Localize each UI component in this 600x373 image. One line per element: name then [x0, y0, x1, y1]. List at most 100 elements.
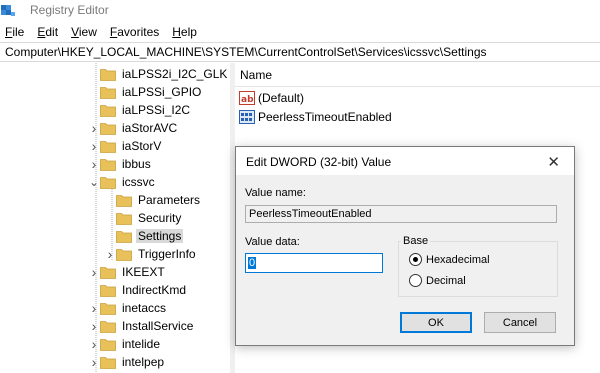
chevron-right-icon[interactable]: ›: [88, 155, 100, 173]
value-data-input[interactable]: 0: [245, 253, 383, 273]
registry-tree[interactable]: iaLPSS2i_I2C_GLK iaLPSSi_GPIO iaLPSSi_I2C ›…: [0, 63, 230, 373]
radio-dec-button[interactable]: [409, 274, 422, 287]
close-icon[interactable]: ✕: [547, 153, 560, 171]
address-bar[interactable]: Computer\HKEY_LOCAL_MACHINE\SYSTEM\Curre…: [0, 42, 600, 62]
chevron-right-icon[interactable]: ›: [88, 353, 100, 371]
folder-icon: [116, 248, 132, 261]
folder-icon: [100, 158, 116, 171]
folder-icon: [100, 140, 116, 153]
value-name: (Default): [258, 91, 305, 105]
tree-item-label: intelide: [122, 337, 161, 351]
folder-icon: [100, 302, 116, 315]
window-title: Registry Editor: [30, 3, 109, 17]
chevron-right-icon[interactable]: ›: [88, 263, 100, 281]
folder-icon: [116, 194, 132, 207]
folder-icon: [100, 68, 116, 81]
folder-icon: [100, 338, 116, 351]
menu-favorites[interactable]: Favorites: [105, 25, 167, 39]
value-name-label: Value name:: [245, 187, 306, 199]
tree-item[interactable]: › IKEEXT: [88, 263, 167, 281]
tree-item-label: Parameters: [138, 193, 201, 207]
tree-item[interactable]: › iaStorV: [88, 137, 163, 155]
menu-favorites-label: avorites: [117, 25, 160, 39]
menu-help-label: elp: [180, 25, 197, 39]
value-row-default[interactable]: ab (Default): [239, 89, 304, 107]
base-label: Base: [401, 235, 431, 247]
chevron-right-icon[interactable]: ›: [88, 119, 100, 137]
tree-item-label: IKEEXT: [122, 265, 165, 279]
tree-item[interactable]: iaLPSSi_I2C: [88, 101, 192, 119]
tree-item-label: iaStorAVC: [122, 121, 178, 135]
menu-edit-label: dit: [45, 25, 59, 39]
folder-icon: [116, 212, 132, 225]
tree-item[interactable]: iaLPSS2i_I2C_GLK: [88, 65, 229, 83]
tree-item-label: ibbus: [122, 157, 151, 171]
dword-value-icon: [239, 110, 255, 124]
chevron-right-icon[interactable]: ›: [104, 245, 116, 263]
tree-item[interactable]: › intelpep: [88, 353, 166, 371]
title-bar: Registry Editor: [0, 0, 600, 22]
tree-item-label: intelpep: [122, 355, 165, 369]
radio-dec-label: Decimal: [426, 274, 466, 287]
chevron-down-icon[interactable]: ⌄: [88, 173, 100, 191]
value-data-label: Value data:: [245, 236, 300, 248]
tree-item[interactable]: iaLPSSi_GPIO: [88, 83, 203, 101]
tree-item[interactable]: › iaStorAVC: [88, 119, 179, 137]
chevron-right-icon[interactable]: ›: [88, 299, 100, 317]
tree-item[interactable]: › InstallService: [88, 317, 195, 335]
radio-decimal[interactable]: Decimal: [409, 274, 466, 287]
tree-item[interactable]: › intelide: [88, 335, 162, 353]
folder-icon: [100, 86, 116, 99]
tree-item[interactable]: Settings: [104, 227, 184, 245]
tree-item[interactable]: › ibbus: [88, 155, 153, 173]
cancel-button[interactable]: Cancel: [484, 312, 556, 333]
ok-button[interactable]: OK: [400, 312, 472, 333]
radio-hexadecimal[interactable]: Hexadecimal: [409, 253, 490, 266]
folder-icon: [100, 266, 116, 279]
tree-item[interactable]: › TriggerInfo: [104, 245, 198, 263]
tree-item[interactable]: ⌄ icssvc: [88, 173, 157, 191]
column-header-name[interactable]: Name: [235, 63, 600, 87]
value-name-field: PeerlessTimeoutEnabled: [245, 205, 557, 223]
chevron-right-icon[interactable]: ›: [88, 317, 100, 335]
chevron-right-icon[interactable]: ›: [88, 137, 100, 155]
column-header-name-label: Name: [240, 67, 273, 82]
tree-item-label: TriggerInfo: [138, 247, 196, 261]
folder-icon: [100, 104, 116, 117]
tree-item-label: Security: [138, 211, 182, 225]
tree-item[interactable]: Security: [104, 209, 183, 227]
menu-edit[interactable]: Edit: [32, 25, 66, 39]
menu-file[interactable]: File: [0, 25, 32, 39]
value-name: PeerlessTimeoutEnabled: [258, 110, 392, 124]
folder-icon: [100, 356, 116, 369]
radio-hex-button[interactable]: [409, 253, 422, 266]
menu-bar: File Edit View Favorites Help: [0, 22, 600, 42]
tree-item[interactable]: › inetaccs: [88, 299, 168, 317]
dialog-body: Value name: PeerlessTimeoutEnabled Value…: [236, 175, 574, 345]
folder-icon: [100, 122, 116, 135]
tree-item-label: IndirectKmd: [122, 283, 187, 297]
tree-item-label: Settings: [136, 229, 184, 243]
menu-view-label: iew: [78, 25, 97, 39]
tree-item[interactable]: IndirectKmd: [88, 281, 188, 299]
tree-item[interactable]: Parameters: [104, 191, 202, 209]
menu-file-label: ile: [12, 25, 25, 39]
menu-help-mnemonic: H: [172, 25, 181, 39]
value-row-peerless[interactable]: PeerlessTimeoutEnabled: [239, 108, 392, 126]
tree-item-label: InstallService: [122, 319, 194, 333]
registry-editor-icon: [1, 5, 15, 16]
tree-item-label: iaStorV: [122, 139, 162, 153]
folder-icon: [116, 230, 132, 243]
menu-view[interactable]: View: [66, 25, 105, 39]
address-path: Computer\HKEY_LOCAL_MACHINE\SYSTEM\Curre…: [5, 45, 487, 59]
tree-item-label: iaLPSSi_GPIO: [122, 85, 202, 99]
svg-text:ab: ab: [241, 95, 254, 105]
folder-icon: [100, 284, 116, 297]
chevron-right-icon[interactable]: ›: [88, 335, 100, 353]
menu-help[interactable]: Help: [167, 25, 205, 39]
